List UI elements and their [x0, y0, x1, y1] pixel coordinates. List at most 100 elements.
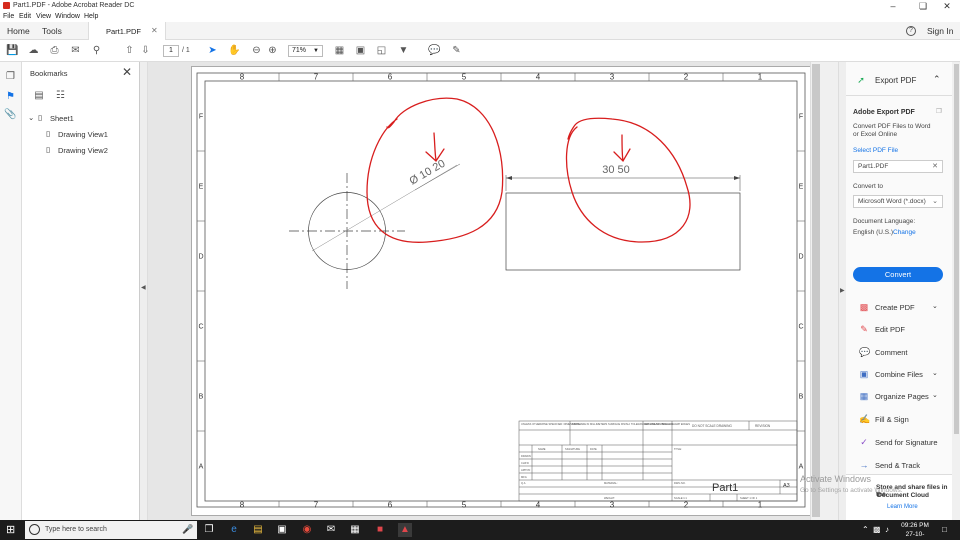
calculator-icon[interactable]: ▦ — [348, 523, 362, 537]
mail-icon[interactable]: ✉ — [324, 523, 338, 537]
tab-document-label: Part1.PDF — [106, 27, 142, 36]
chrome-icon[interactable]: ◉ — [300, 523, 314, 537]
help-icon[interactable]: ? — [906, 26, 916, 36]
sign-in-link[interactable]: Sign In — [927, 26, 953, 36]
tray-chevron-up-icon[interactable]: ⌃ — [862, 525, 869, 534]
highlight-pen-icon[interactable]: ✎ — [450, 44, 463, 57]
bookmark-options-icon[interactable]: ▤ — [31, 89, 47, 102]
tool-send-signature-label: Send for Signature — [875, 438, 938, 447]
tab-tools[interactable]: Tools — [42, 26, 62, 36]
chevron-left-icon: ◀ — [141, 285, 146, 291]
sheet-size: A3 — [783, 483, 790, 489]
close-icon[interactable]: ✕ — [122, 65, 132, 79]
zone-col-label-bottom: 7 — [314, 501, 319, 510]
menu-window[interactable]: Window — [55, 13, 80, 20]
select-pdf-link[interactable]: Select PDF File — [853, 147, 898, 154]
chevron-up-icon[interactable]: ⌃ — [933, 74, 941, 85]
microphone-icon[interactable]: 🎤 — [182, 524, 193, 535]
tool-organize-pages[interactable]: ▦ Organize Pages ⌄ — [853, 390, 949, 404]
format-select[interactable]: Microsoft Word (*.docx) ⌄ — [853, 195, 943, 208]
vertical-scrollbar[interactable] — [810, 62, 838, 520]
zoom-select[interactable]: 71% ▼ — [288, 45, 323, 57]
tools-pane-scrollbar[interactable] — [952, 62, 960, 520]
chevron-down-icon: ⌄ — [932, 370, 938, 377]
scrollbar-thumb[interactable] — [812, 64, 820, 517]
edge-icon[interactable]: e — [227, 523, 241, 537]
file-explorer-icon[interactable]: ▤ — [251, 523, 265, 537]
close-tab-icon[interactable]: ✕ — [151, 26, 158, 35]
zoom-out-icon[interactable]: ⊖ — [250, 44, 263, 57]
taskbar-search[interactable]: Type here to search 🎤 — [25, 521, 197, 539]
zone-col-label-bottom: 5 — [462, 501, 467, 510]
zone-row-label-left: E — [199, 184, 204, 191]
upload-cloud-icon[interactable]: ☁ — [27, 44, 40, 57]
menu-edit[interactable]: Edit — [19, 13, 31, 20]
zone-row-label-left: C — [198, 324, 203, 331]
scrollbar-thumb[interactable] — [954, 64, 959, 434]
taskbar-clock[interactable]: 09:26 PM 27-10-2017 — [900, 521, 930, 540]
tool-fill-sign[interactable]: ✍ Fill & Sign — [853, 413, 949, 427]
minimize-button[interactable]: – — [880, 0, 906, 12]
network-icon[interactable]: ▩ — [873, 525, 881, 534]
full-screen-icon[interactable]: ◱ — [375, 44, 388, 57]
bookmark-drawing-view1[interactable]: Drawing View1 — [58, 130, 108, 139]
notifications-icon[interactable]: □ — [942, 525, 947, 534]
collapse-left-pane[interactable]: ◀ — [140, 62, 148, 520]
zone-col-label-top: 1 — [758, 73, 763, 82]
menu-file[interactable]: File — [3, 13, 14, 20]
tool-edit-pdf[interactable]: ✎ Edit PDF — [853, 323, 949, 337]
chevron-down-icon[interactable]: ⌄ — [28, 113, 34, 122]
hand-tool-icon[interactable]: ✋ — [228, 44, 241, 57]
document-viewer[interactable]: 8 7 6 5 4 3 2 1 8 7 6 5 4 3 2 1 F E D C B A F E D C B A Ø 10 20 — [148, 62, 811, 520]
next-page-icon[interactable]: ⇩ — [139, 44, 152, 57]
copy-icon[interactable]: ❐ — [936, 107, 942, 115]
close-window-button[interactable]: ✕ — [934, 0, 960, 12]
menu-view[interactable]: View — [36, 13, 51, 20]
fit-page-icon[interactable]: ▦ — [333, 44, 346, 57]
bookmark-icon[interactable]: ⚑ — [4, 90, 17, 103]
task-view-icon[interactable]: ❐ — [202, 523, 216, 537]
store-icon[interactable]: ▣ — [275, 523, 289, 537]
print-icon[interactable]: ⎙ — [48, 44, 61, 57]
export-pdf-header[interactable]: ➚ Export PDF ⌃ — [846, 62, 952, 96]
convert-button[interactable]: Convert — [853, 267, 943, 282]
menu-help[interactable]: Help — [84, 13, 98, 20]
page-number-input[interactable]: 1 — [163, 45, 179, 57]
select-cursor-icon[interactable]: ➤ — [206, 44, 219, 57]
save-icon[interactable]: 💾 — [6, 44, 19, 57]
acrobat-taskbar-icon[interactable]: ▲ — [398, 523, 412, 537]
tab-home[interactable]: Home — [7, 26, 30, 36]
bookmark-sheet1[interactable]: Sheet1 — [50, 114, 74, 123]
windows-start-icon[interactable]: ⊞ — [6, 524, 18, 536]
tool-send-track[interactable]: → Send & Track — [853, 459, 949, 473]
tab-document[interactable]: Part1.PDF ✕ — [88, 22, 166, 40]
attachment-icon[interactable]: 📎 — [4, 108, 17, 121]
learn-more-link[interactable]: Learn More — [887, 504, 918, 510]
collapse-right-pane[interactable]: ▶ — [838, 62, 846, 520]
close-icon[interactable]: ✕ — [932, 161, 938, 172]
prev-page-icon[interactable]: ⇧ — [123, 44, 136, 57]
page-thumbnails-icon[interactable]: ❐ — [4, 70, 17, 83]
clock-date: 27-10-2017 — [905, 531, 925, 538]
tool-comment[interactable]: 💬 Comment — [853, 346, 949, 360]
zone-col-label-top: 3 — [610, 73, 615, 82]
fit-width-icon[interactable]: ▣ — [354, 44, 367, 57]
tool-create-pdf[interactable]: ▩ Create PDF ⌄ — [853, 301, 949, 315]
selected-file-field[interactable]: Part1.PDF ✕ — [853, 160, 943, 173]
chevron-down-icon: ▼ — [313, 48, 319, 54]
comment-icon[interactable]: 💬 — [428, 44, 441, 57]
maximize-button[interactable]: ❏ — [910, 0, 936, 12]
solidworks-icon[interactable]: ■ — [373, 523, 387, 537]
zoom-in-icon[interactable]: ⊕ — [266, 44, 279, 57]
drawing-view2 — [505, 175, 741, 271]
change-language-link[interactable]: Change — [893, 229, 916, 236]
tool-send-for-signature[interactable]: ✓ Send for Signature — [853, 436, 949, 450]
tool-combine-files[interactable]: ▣ Combine Files ⌄ — [853, 368, 949, 382]
search-icon[interactable]: ⚲ — [90, 44, 103, 57]
new-bookmark-icon[interactable]: ☷ — [54, 89, 67, 102]
email-icon[interactable]: ✉ — [69, 44, 82, 57]
pdf-page: 8 7 6 5 4 3 2 1 8 7 6 5 4 3 2 1 F E D C B A F E D C B A Ø 10 20 — [191, 66, 811, 516]
bookmark-drawing-view2[interactable]: Drawing View2 — [58, 146, 108, 155]
volume-icon[interactable]: ♪ — [885, 525, 889, 534]
scroll-mode-icon[interactable]: ▼ — [397, 44, 410, 57]
